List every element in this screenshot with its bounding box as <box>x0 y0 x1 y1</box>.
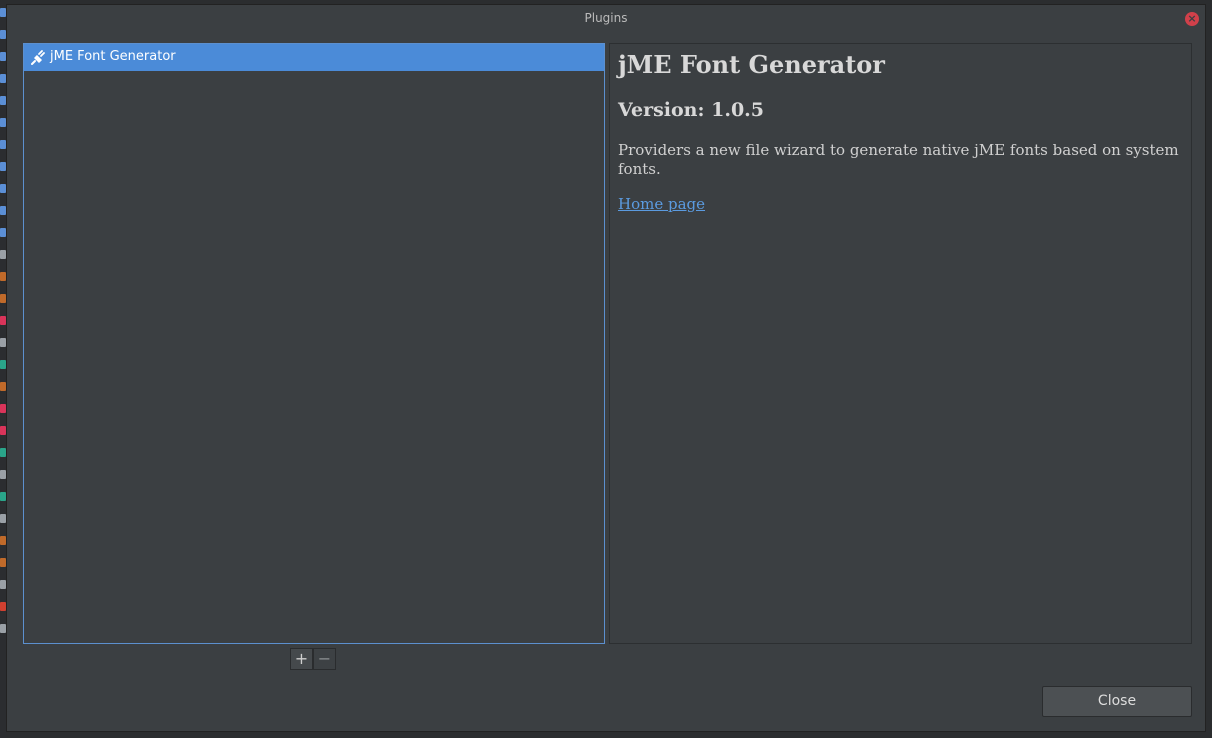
list-item[interactable]: jME Font Generator <box>24 44 604 71</box>
list-item-label: jME Font Generator <box>50 49 176 64</box>
plugin-version: Version: 1.0.5 <box>618 99 765 121</box>
add-plugin-button[interactable]: + <box>290 648 313 670</box>
home-page-link[interactable]: Home page <box>618 195 705 213</box>
plug-icon <box>30 49 46 65</box>
dialog-titlebar[interactable]: Plugins × <box>7 5 1205 33</box>
remove-plugin-button[interactable]: − <box>313 648 336 670</box>
close-button[interactable]: Close <box>1042 686 1192 717</box>
plugin-name: jME Font Generator <box>618 50 885 79</box>
plugin-details-panel: jME Font Generator Version: 1.0.5 Provid… <box>609 43 1192 644</box>
list-toolbar: + − <box>290 648 336 670</box>
close-icon[interactable]: × <box>1185 12 1199 26</box>
plugin-description: Providers a new file wizard to generate … <box>618 141 1179 178</box>
dialog-title: Plugins <box>584 11 628 25</box>
plugin-list[interactable]: jME Font Generator <box>23 43 605 644</box>
plugins-dialog: Plugins × jME Font Generator jME Font Ge… <box>6 4 1206 732</box>
